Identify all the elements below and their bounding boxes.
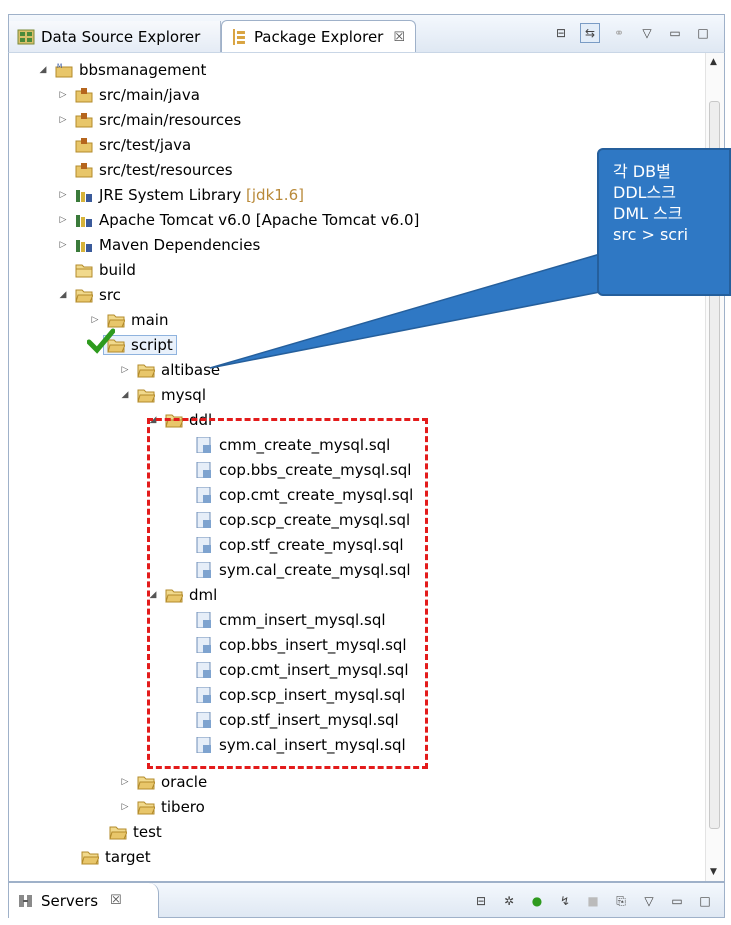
package-explorer-view: Data Source Explorer Package Explorer ☒ … bbox=[0, 0, 731, 925]
servers-view-bar: Servers ☒ ⊟ ✲ ● ↯ ■ ⎘ ▽ ▭ □ bbox=[8, 882, 725, 918]
callout-line: DDL스크 bbox=[613, 183, 676, 202]
close-icon[interactable]: ☒ bbox=[110, 893, 122, 908]
maximize-icon[interactable]: □ bbox=[696, 892, 714, 910]
profile-icon[interactable]: ↯ bbox=[556, 892, 574, 910]
collapse-all-icon[interactable]: ⊟ bbox=[472, 892, 490, 910]
servers-toolbar: ⊟ ✲ ● ↯ ■ ⎘ ▽ ▭ □ bbox=[472, 892, 714, 910]
start-server-icon[interactable]: ● bbox=[528, 892, 546, 910]
servers-icon bbox=[19, 894, 32, 907]
callout-pointer bbox=[209, 252, 601, 369]
callout-line: src > scri bbox=[613, 225, 689, 244]
callout-annotation: 각 DB별 DDL스크 DML 스크 src > scri bbox=[597, 148, 731, 296]
view-menu-icon[interactable]: ▽ bbox=[640, 892, 658, 910]
publish-icon[interactable]: ⎘ bbox=[612, 892, 630, 910]
tab-servers[interactable]: Servers ☒ bbox=[9, 883, 159, 918]
callout-line: 각 DB별 bbox=[613, 162, 671, 181]
debug-icon[interactable]: ✲ bbox=[500, 892, 518, 910]
tab-label: Servers bbox=[41, 891, 99, 910]
stop-server-icon[interactable]: ■ bbox=[584, 892, 602, 910]
minimize-icon[interactable]: ▭ bbox=[668, 892, 686, 910]
callout-line: DML 스크 bbox=[613, 204, 683, 223]
